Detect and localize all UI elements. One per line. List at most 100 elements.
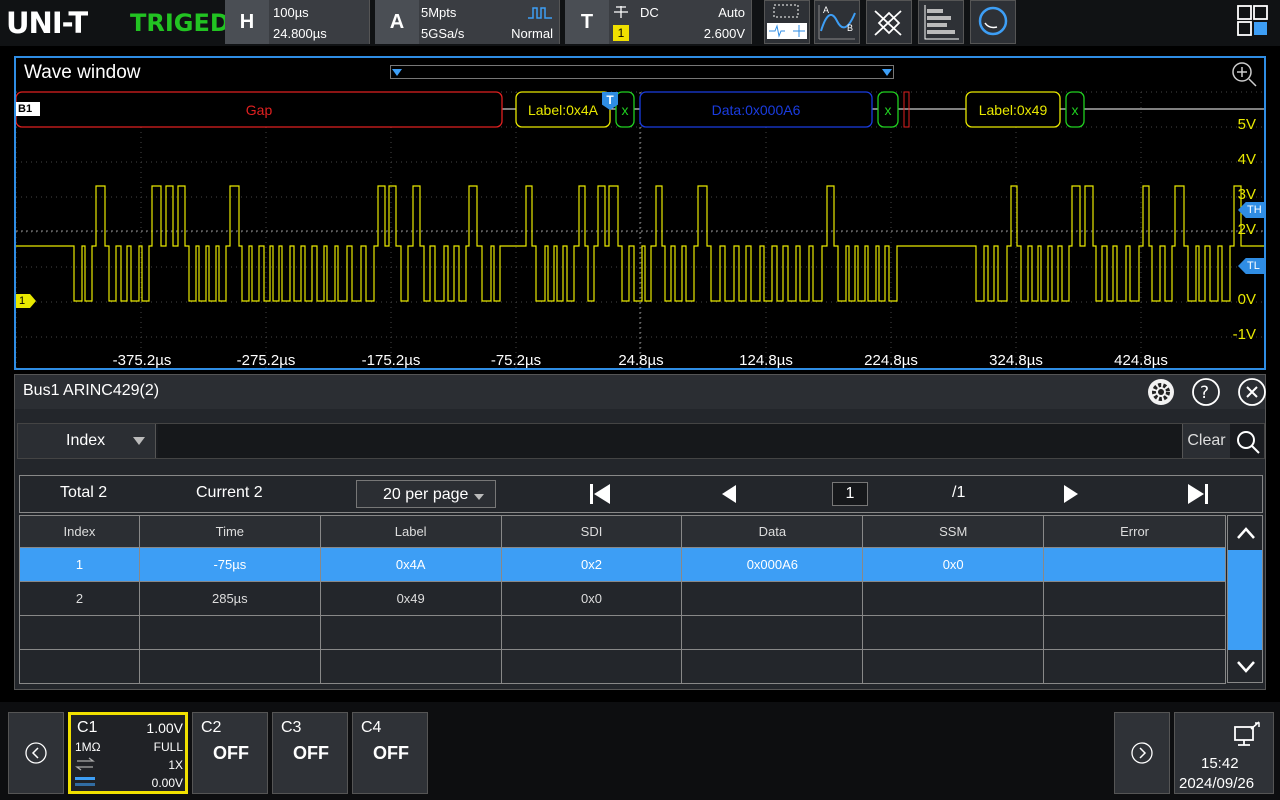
measure-icon	[767, 4, 807, 39]
c4-name: C4	[361, 719, 382, 736]
table-cell: 2	[19, 581, 140, 616]
top-bar: UNI-T TRIGED H 100µs 24.800µs A 5Mpts 5G…	[0, 0, 1280, 46]
pager-bar: Total 2 Current 2 20 per page 1 /1	[19, 475, 1263, 513]
search-icon[interactable]	[1234, 428, 1262, 456]
channel-scroll-right-button[interactable]	[1114, 712, 1170, 794]
table-cell	[19, 649, 140, 684]
chevron-down-icon	[133, 437, 145, 445]
channel-1-panel[interactable]: C1 1.00V 1MΩ FULL 1X 0.00V	[68, 712, 188, 794]
channel-scroll-left-button[interactable]	[8, 712, 64, 794]
per-page-select[interactable]: 20 per page	[356, 480, 496, 508]
c1-impedance: 1MΩ	[75, 740, 101, 754]
coupling-icon	[614, 6, 628, 18]
table-cell	[681, 649, 864, 684]
time-tick-label: -375.2µs	[112, 352, 172, 369]
column-header[interactable]: Error	[1043, 515, 1226, 548]
channel-3-panel[interactable]: C3 OFF	[272, 712, 348, 794]
column-header[interactable]: Time	[138, 515, 321, 548]
horizontal-panel[interactable]: H 100µs 24.800µs	[225, 0, 370, 44]
table-row[interactable]	[19, 615, 1226, 650]
measure-icon-button[interactable]	[764, 0, 810, 44]
table-cell	[138, 615, 321, 650]
time-tick-label: 24.8µs	[618, 352, 664, 369]
wave-window[interactable]: Wave window Gap Label:0x4A x Data:0x000A6 x L…	[14, 56, 1266, 370]
clock-date: 2024/09/26	[1179, 775, 1255, 792]
volt-tick-label: 0V	[1237, 291, 1256, 308]
per-page-label: 20 per page	[383, 486, 469, 503]
channel-4-panel[interactable]: C4 OFF	[352, 712, 428, 794]
memory-depth: 5Mpts	[421, 5, 457, 20]
table-cell: 0x2	[500, 547, 683, 582]
bus-segment-label: x	[622, 102, 629, 118]
bus-segment-label: Data:0x000A6	[712, 102, 801, 118]
acquire-panel[interactable]: A 5Mpts 5GSa/s Normal	[375, 0, 560, 44]
table-cell	[1043, 649, 1226, 684]
histogram-icon-button[interactable]	[918, 0, 964, 44]
clock-panel[interactable]: 15:42 2024/09/26	[1174, 712, 1274, 794]
settings-gear-icon[interactable]	[1147, 378, 1175, 406]
clock-time: 15:42	[1201, 755, 1239, 772]
volt-tick-label: -1V	[1232, 326, 1256, 343]
prev-page-icon[interactable]	[720, 484, 738, 504]
chevron-left-icon	[25, 742, 47, 764]
trigger-panel[interactable]: T DC Auto 1 2.600V	[565, 0, 752, 44]
search-tool-button[interactable]	[970, 0, 1016, 44]
table-scrollbar[interactable]	[1227, 515, 1263, 683]
bus-segment-label: Label:0x4A	[528, 102, 599, 118]
column-header[interactable]: SDI	[500, 515, 683, 548]
chevron-down-icon	[474, 494, 484, 500]
last-page-icon[interactable]	[1186, 483, 1210, 505]
table-cell: 0x49	[319, 581, 502, 616]
scroll-down-icon[interactable]	[1236, 660, 1256, 674]
grid-menu-icon	[1237, 5, 1268, 36]
decode-table: Index Time Label SDI Data SSM Error 1 -75µs 0x4A 0…	[19, 515, 1226, 684]
table-row[interactable]	[19, 649, 1226, 684]
column-header[interactable]: Label	[319, 515, 502, 548]
app-menu-button[interactable]	[1230, 0, 1280, 44]
channel-2-panel[interactable]: C2 OFF	[192, 712, 268, 794]
table-cell	[1043, 547, 1226, 582]
trigger-coupling: DC	[640, 5, 659, 20]
trigger-level: 2.600V	[703, 26, 745, 41]
c1-bandwidth: FULL	[153, 740, 183, 754]
table-row[interactable]: 2 285µs 0x49 0x0	[19, 581, 1226, 616]
trigger-source-badge: 1	[613, 25, 629, 41]
help-icon[interactable]: ?	[1191, 377, 1221, 407]
table-cell	[1043, 581, 1226, 616]
time-tick-label: 124.8µs	[739, 352, 793, 369]
table-cell: 0x0	[500, 581, 683, 616]
search-icon	[978, 6, 1008, 36]
bus-marker[interactable]: B1	[16, 102, 40, 116]
math-icon-button[interactable]: AB	[814, 0, 860, 44]
column-header[interactable]: Index	[19, 515, 140, 548]
first-page-icon[interactable]	[588, 483, 612, 505]
clear-button[interactable]: Clear	[1182, 424, 1230, 458]
horizontal-key[interactable]: H	[225, 0, 269, 44]
table-cell	[500, 615, 683, 650]
table-cell	[500, 649, 683, 684]
filter-field-select[interactable]: Index	[18, 424, 156, 458]
plot-grid	[16, 91, 1264, 368]
next-page-icon[interactable]	[1062, 484, 1080, 504]
brand-logo: UNI-T	[6, 6, 88, 40]
scroll-thumb[interactable]	[1228, 550, 1262, 650]
waveform-plot: Gap Label:0x4A x Data:0x000A6 x Label:0x49 x	[16, 91, 1264, 368]
acquire-key[interactable]: A	[375, 0, 419, 44]
c1-scale: 1.00V	[146, 720, 183, 736]
table-cell	[862, 615, 1045, 650]
column-header[interactable]: SSM	[862, 515, 1045, 548]
cursor-icon-button[interactable]	[866, 0, 912, 44]
page-input[interactable]: 1	[832, 482, 868, 506]
volt-tick-label: 4V	[1237, 151, 1256, 168]
sample-rate: 5GSa/s	[421, 26, 465, 41]
trigger-key[interactable]: T	[565, 0, 609, 44]
time-tick-label: -275.2µs	[236, 352, 296, 369]
scroll-up-icon[interactable]	[1236, 526, 1256, 540]
filter-input[interactable]	[158, 424, 1182, 458]
network-icon	[1234, 721, 1260, 746]
close-icon[interactable]	[1237, 377, 1267, 407]
table-row[interactable]: 1 -75µs 0x4A 0x2 0x000A6 0x0	[19, 547, 1226, 582]
c1-offset: 0.00V	[151, 776, 183, 790]
table-cell	[319, 615, 502, 650]
column-header[interactable]: Data	[681, 515, 864, 548]
